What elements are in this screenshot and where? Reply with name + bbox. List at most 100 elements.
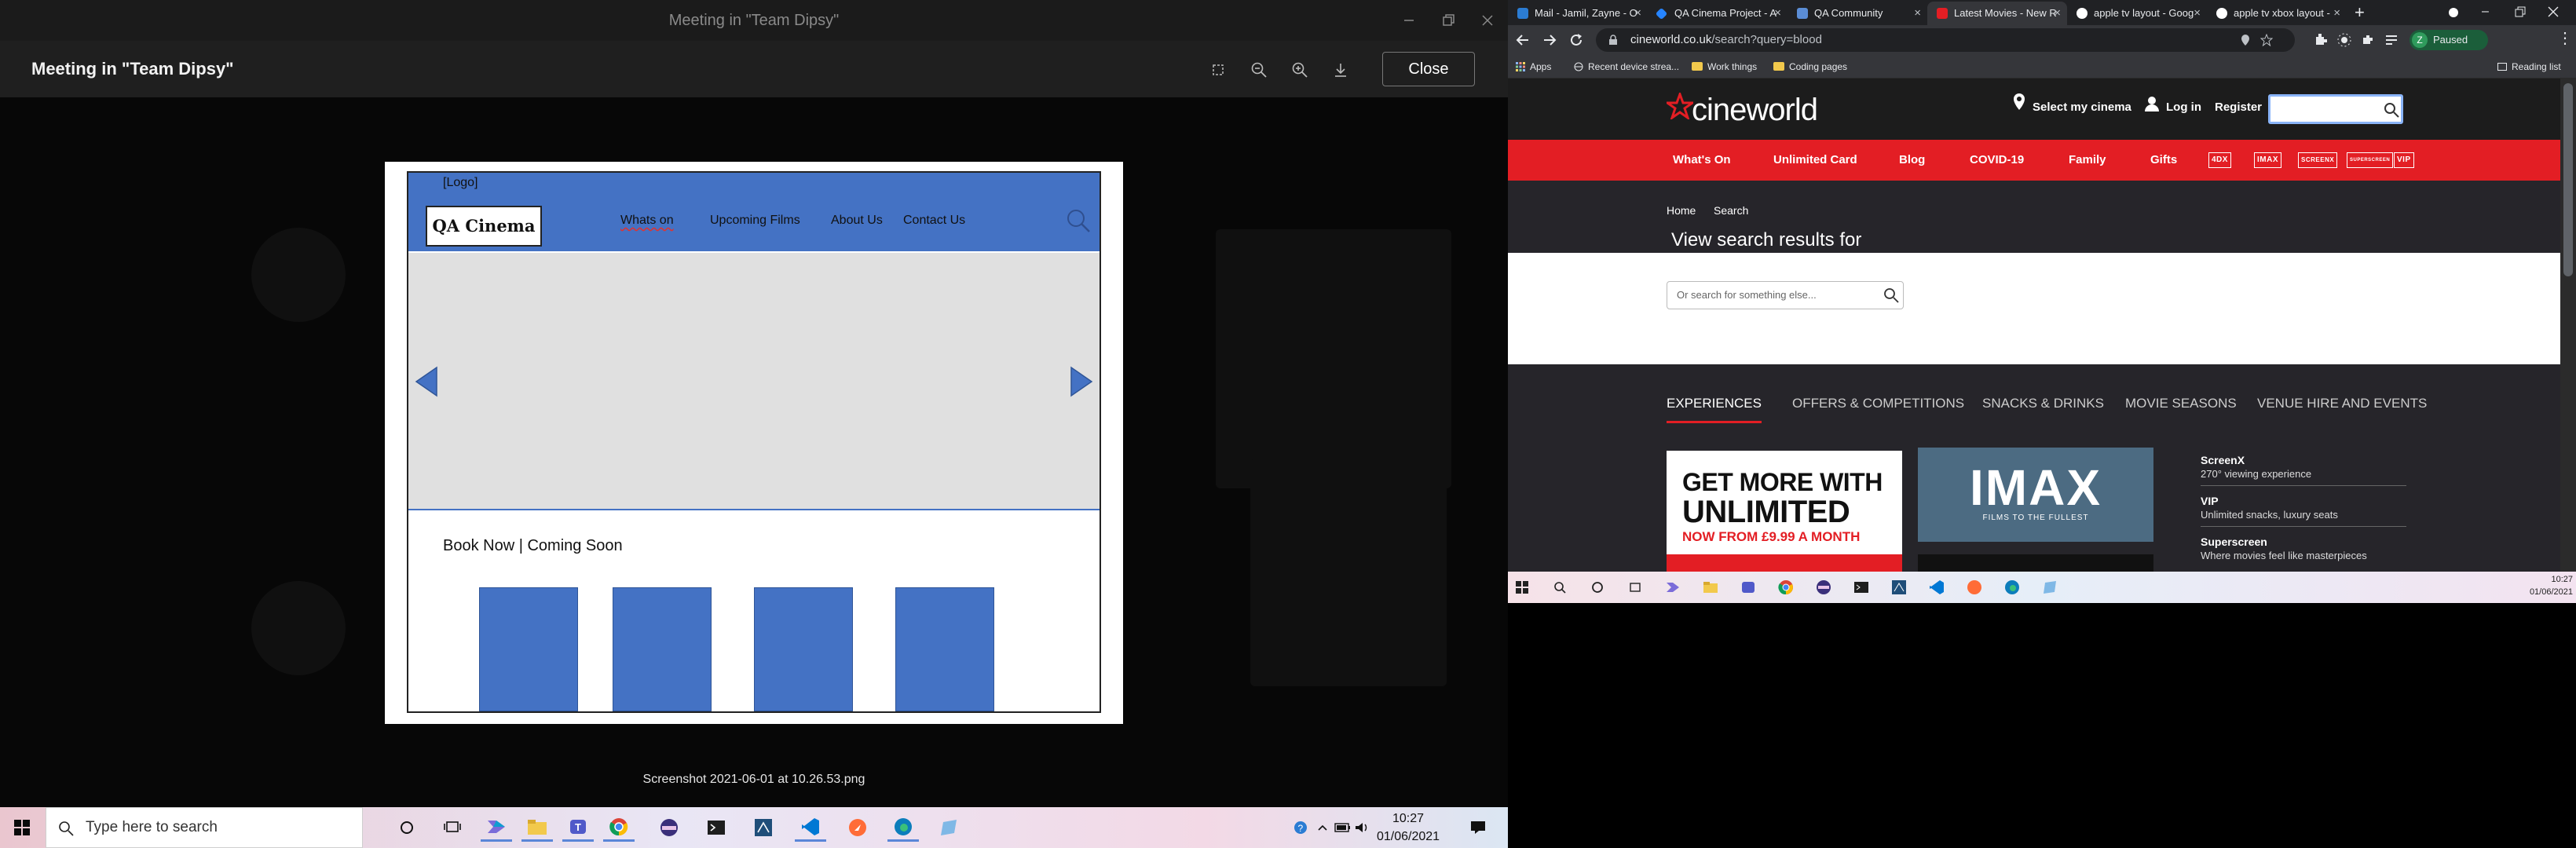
nav-covid-19[interactable]: COVID-19	[1970, 140, 2024, 181]
tab-offers-competitions[interactable]: OFFERS & COMPETITIONS	[1792, 396, 1964, 411]
minimize-button[interactable]	[1393, 5, 1425, 36]
playlist-icon[interactable]	[2384, 33, 2399, 47]
start-button[interactable]	[6, 813, 38, 842]
search-icon[interactable]	[2384, 102, 2399, 118]
zoom-in-button[interactable]	[1285, 55, 1315, 85]
bookmark-coding-pages[interactable]: Coding pages	[1773, 55, 1847, 79]
extension-icon[interactable]	[2314, 33, 2328, 47]
close-icon[interactable]: ×	[1774, 2, 1781, 25]
taskbar-search-input[interactable]: Type here to search	[46, 807, 363, 848]
forward-icon[interactable]	[1542, 34, 1557, 46]
unlimited-promo[interactable]: GET MORE WITH UNLIMITED NOW FROM £9.99 A…	[1667, 451, 1902, 572]
register-link[interactable]: Register	[2215, 101, 2262, 114]
reload-icon[interactable]	[1569, 33, 1583, 47]
restore-button[interactable]	[1433, 5, 1464, 36]
brand-4dx[interactable]: 4DX	[2208, 152, 2231, 168]
cortana-button[interactable]	[391, 813, 423, 842]
brand-imax[interactable]: IMAX	[2254, 152, 2281, 168]
taskbar-app[interactable]	[653, 813, 685, 842]
address-bar[interactable]: cineworld.co.uk/search?query=blood	[1596, 28, 2295, 52]
task-view-button[interactable]	[1624, 576, 1646, 598]
close-icon[interactable]: ×	[1914, 2, 1921, 25]
secondary-clock[interactable]: 10:27 01/06/2021	[2521, 573, 2573, 598]
menu-button[interactable]: ⋮	[2557, 28, 2573, 48]
taskbar-app[interactable]	[1813, 576, 1835, 598]
start-button[interactable]	[1511, 576, 1533, 598]
taskbar-app[interactable]	[887, 813, 919, 842]
tab-snacks-drinks[interactable]: SNACKS & DRINKS	[1982, 396, 2104, 411]
reading-list-button[interactable]: Reading list	[2497, 55, 2561, 79]
tab-qa-community[interactable]: QA Community ×	[1787, 2, 1927, 25]
back-icon[interactable]	[1516, 34, 1530, 46]
site-logo[interactable]: cineworld	[1692, 93, 1818, 128]
taskbar-app[interactable]	[795, 813, 826, 842]
tab-mail[interactable]: Mail - Jamil, Zayne - O ×	[1508, 2, 1648, 25]
taskbar-app[interactable]	[1700, 576, 1722, 598]
nav-whats-on[interactable]: What's On	[1673, 140, 1731, 181]
close-icon[interactable]: ×	[2333, 2, 2340, 25]
taskbar-app[interactable]	[933, 813, 964, 842]
taskbar-app[interactable]	[748, 813, 779, 842]
close-icon[interactable]: ×	[2194, 2, 2201, 25]
close-icon[interactable]: ×	[2054, 2, 2061, 25]
taskbar-app[interactable]	[2039, 576, 2061, 598]
zoom-out-button[interactable]	[1244, 55, 1274, 85]
nav-unlimited-card[interactable]: Unlimited Card	[1773, 140, 1857, 181]
search-button[interactable]	[1549, 576, 1571, 598]
profile-paused-chip[interactable]: Z Paused	[2410, 30, 2488, 50]
tab-venue-hire[interactable]: VENUE HIRE AND EVENTS	[2257, 396, 2427, 411]
close-icon[interactable]	[2548, 6, 2559, 17]
close-icon[interactable]: ×	[1634, 2, 1641, 25]
taskbar-clock[interactable]: 10:27 01/06/2021	[1365, 810, 1451, 846]
breadcrumb-home[interactable]: Home	[1667, 204, 1696, 217]
taskbar-app[interactable]	[1963, 576, 1985, 598]
taskbar-app[interactable]	[1926, 576, 1948, 598]
window-close-button[interactable]	[1472, 5, 1503, 36]
promo-card[interactable]	[1918, 554, 2153, 572]
puzzle-icon[interactable]	[2361, 33, 2375, 47]
taskbar-app[interactable]	[1775, 576, 1797, 598]
header-search-input[interactable]	[2268, 94, 2403, 124]
taskbar-app[interactable]: T	[562, 813, 594, 842]
taskbar-app[interactable]	[2001, 576, 2023, 598]
close-button[interactable]: Close	[1382, 52, 1475, 86]
taskbar-app[interactable]	[481, 813, 512, 842]
nav-family[interactable]: Family	[2069, 140, 2106, 181]
restore-icon[interactable]	[2515, 6, 2526, 17]
experience-vip-title[interactable]: VIP	[2201, 495, 2219, 507]
tab-latest-movies[interactable]: Latest Movies - New R ×	[1927, 2, 2067, 25]
experience-superscreen-title[interactable]: Superscreen	[2201, 535, 2267, 548]
bookmark-work-things[interactable]: Work things	[1692, 55, 1757, 79]
sun-icon[interactable]	[2337, 33, 2351, 47]
taskbar-app[interactable]	[1737, 576, 1759, 598]
taskbar-app[interactable]	[1662, 576, 1684, 598]
experience-screenx-title[interactable]: ScreenX	[2201, 454, 2245, 466]
tab-experiences[interactable]: EXPERIENCES	[1667, 396, 1762, 423]
brand-screenx[interactable]: SCREENX	[2298, 152, 2338, 168]
star-icon[interactable]	[2260, 34, 2273, 46]
nav-blog[interactable]: Blog	[1899, 140, 1925, 181]
brand-vip[interactable]: VIP	[2394, 152, 2414, 168]
login-link[interactable]: Log in	[2166, 101, 2201, 114]
record-icon[interactable]	[2447, 6, 2460, 19]
taskbar-app[interactable]	[1850, 576, 1872, 598]
bookmark-recent-device[interactable]: Recent device strea...	[1574, 55, 1679, 79]
cortana-button[interactable]	[1586, 576, 1608, 598]
brand-superscreen[interactable]: SUPERSCREEN	[2347, 152, 2394, 168]
crop-button[interactable]	[1203, 55, 1233, 85]
download-button[interactable]	[1326, 55, 1356, 85]
nav-gifts[interactable]: Gifts	[2150, 140, 2177, 181]
taskbar-app[interactable]	[521, 813, 553, 842]
search-icon[interactable]	[1883, 287, 1899, 303]
tab-qa-cinema[interactable]: QA Cinema Project - A ×	[1648, 2, 1787, 25]
scrollbar-thumb[interactable]	[2563, 83, 2573, 276]
taskbar-app[interactable]	[842, 813, 873, 842]
select-cinema-link[interactable]: Select my cinema	[2033, 101, 2131, 114]
minimize-button[interactable]: –	[2482, 2, 2489, 22]
tab-movie-seasons[interactable]: MOVIE SEASONS	[2125, 396, 2237, 411]
imax-promo[interactable]: IMAX FILMS TO THE FULLEST	[1918, 448, 2153, 542]
task-view-button[interactable]	[437, 813, 468, 842]
taskbar-app[interactable]	[603, 813, 635, 842]
tab-apple-tv-layout[interactable]: apple tv layout - Goog ×	[2067, 2, 2207, 25]
tab-apple-tv-xbox-layout[interactable]: apple tv xbox layout - ×	[2207, 2, 2347, 25]
